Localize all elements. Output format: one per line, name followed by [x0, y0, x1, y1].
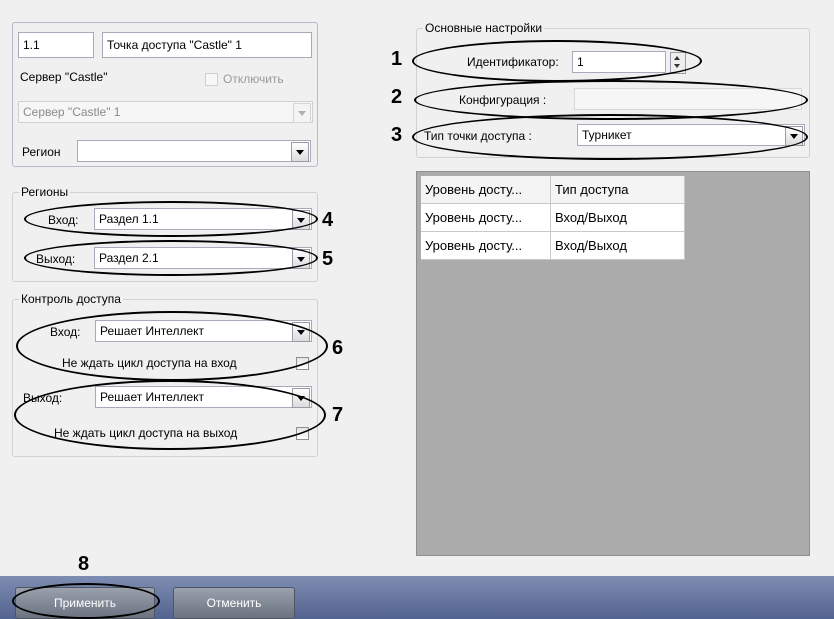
chevron-down-icon: [292, 322, 310, 342]
table-cell[interactable]: Вход/Выход: [551, 204, 685, 232]
configuration-label: Конфигурация :: [459, 93, 547, 107]
ac-exit-wait-checkbox[interactable]: [296, 427, 309, 440]
callout-number-8: 8: [78, 553, 90, 575]
ac-exit-label: Выход:: [23, 391, 63, 405]
identifier-label: Идентификатор:: [467, 55, 559, 69]
id-field[interactable]: 1.1: [18, 32, 94, 58]
server-label: Сервер "Castle": [20, 70, 108, 84]
server-select-value: Сервер "Castle" 1: [23, 105, 121, 119]
spinner-arrows-icon: [670, 52, 686, 74]
server-select[interactable]: Сервер "Castle" 1: [18, 101, 313, 123]
access-type-label: Тип точки доступа :: [424, 129, 532, 143]
chevron-down-icon: [291, 142, 309, 162]
region-label: Регион: [22, 145, 61, 159]
callout-number-1: 1: [391, 48, 403, 70]
regions-exit-select[interactable]: Раздел 2.1: [94, 247, 312, 269]
table-header-cell[interactable]: Уровень досту...: [421, 176, 551, 204]
access-levels-table[interactable]: Уровень досту... Тип доступа Уровень дос…: [416, 171, 810, 556]
regions-entry-label: Вход:: [48, 213, 79, 227]
cancel-button[interactable]: Отменить: [173, 587, 295, 619]
disable-checkbox[interactable]: [205, 73, 218, 86]
identifier-spinner[interactable]: [670, 51, 688, 74]
ac-exit-value: Решает Интеллект: [100, 390, 205, 404]
table-cell[interactable]: Уровень досту...: [421, 204, 551, 232]
regions-exit-label: Выход:: [36, 252, 76, 266]
access-control-title: Контроль доступа: [19, 292, 123, 306]
callout-number-7: 7: [332, 404, 344, 426]
identifier-field[interactable]: 1: [572, 51, 666, 73]
callout-number-3: 3: [391, 124, 403, 146]
callout-number-2: 2: [391, 86, 403, 108]
chevron-down-icon: [785, 126, 803, 146]
ac-exit-select[interactable]: Решает Интеллект: [95, 386, 312, 408]
main-settings-title: Основные настройки: [423, 21, 545, 35]
regions-title: Регионы: [19, 185, 71, 199]
configuration-field[interactable]: [574, 88, 802, 110]
ac-exit-wait-label: Не ждать цикл доступа на выход: [54, 426, 238, 440]
chevron-down-icon: [292, 210, 310, 230]
callout-number-5: 5: [322, 248, 334, 270]
identifier-value: 1: [577, 55, 584, 69]
regions-exit-value: Раздел 2.1: [99, 251, 159, 265]
region-select[interactable]: [77, 140, 311, 162]
ac-entry-wait-checkbox[interactable]: [296, 357, 309, 370]
chevron-down-icon: [292, 388, 310, 408]
name-field[interactable]: Точка доступа "Castle" 1: [102, 32, 312, 58]
table-header-cell[interactable]: Тип доступа: [551, 176, 685, 204]
disable-label: Отключить: [223, 72, 284, 86]
table-cell[interactable]: Вход/Выход: [551, 232, 685, 260]
chevron-down-icon: [293, 103, 311, 123]
ac-entry-value: Решает Интеллект: [100, 324, 205, 338]
ac-entry-select[interactable]: Решает Интеллект: [95, 320, 312, 342]
ac-entry-wait-label: Не ждать цикл доступа на вход: [62, 356, 237, 370]
callout-number-6: 6: [332, 337, 344, 359]
ac-entry-label: Вход:: [50, 325, 81, 339]
regions-entry-value: Раздел 1.1: [99, 212, 159, 226]
access-type-select[interactable]: Турникет: [577, 124, 805, 146]
regions-entry-select[interactable]: Раздел 1.1: [94, 208, 312, 230]
access-type-value: Турникет: [582, 128, 632, 142]
callout-number-4: 4: [322, 209, 334, 231]
chevron-down-icon: [292, 249, 310, 269]
table-cell[interactable]: Уровень досту...: [421, 232, 551, 260]
apply-button[interactable]: Применить: [15, 587, 155, 619]
